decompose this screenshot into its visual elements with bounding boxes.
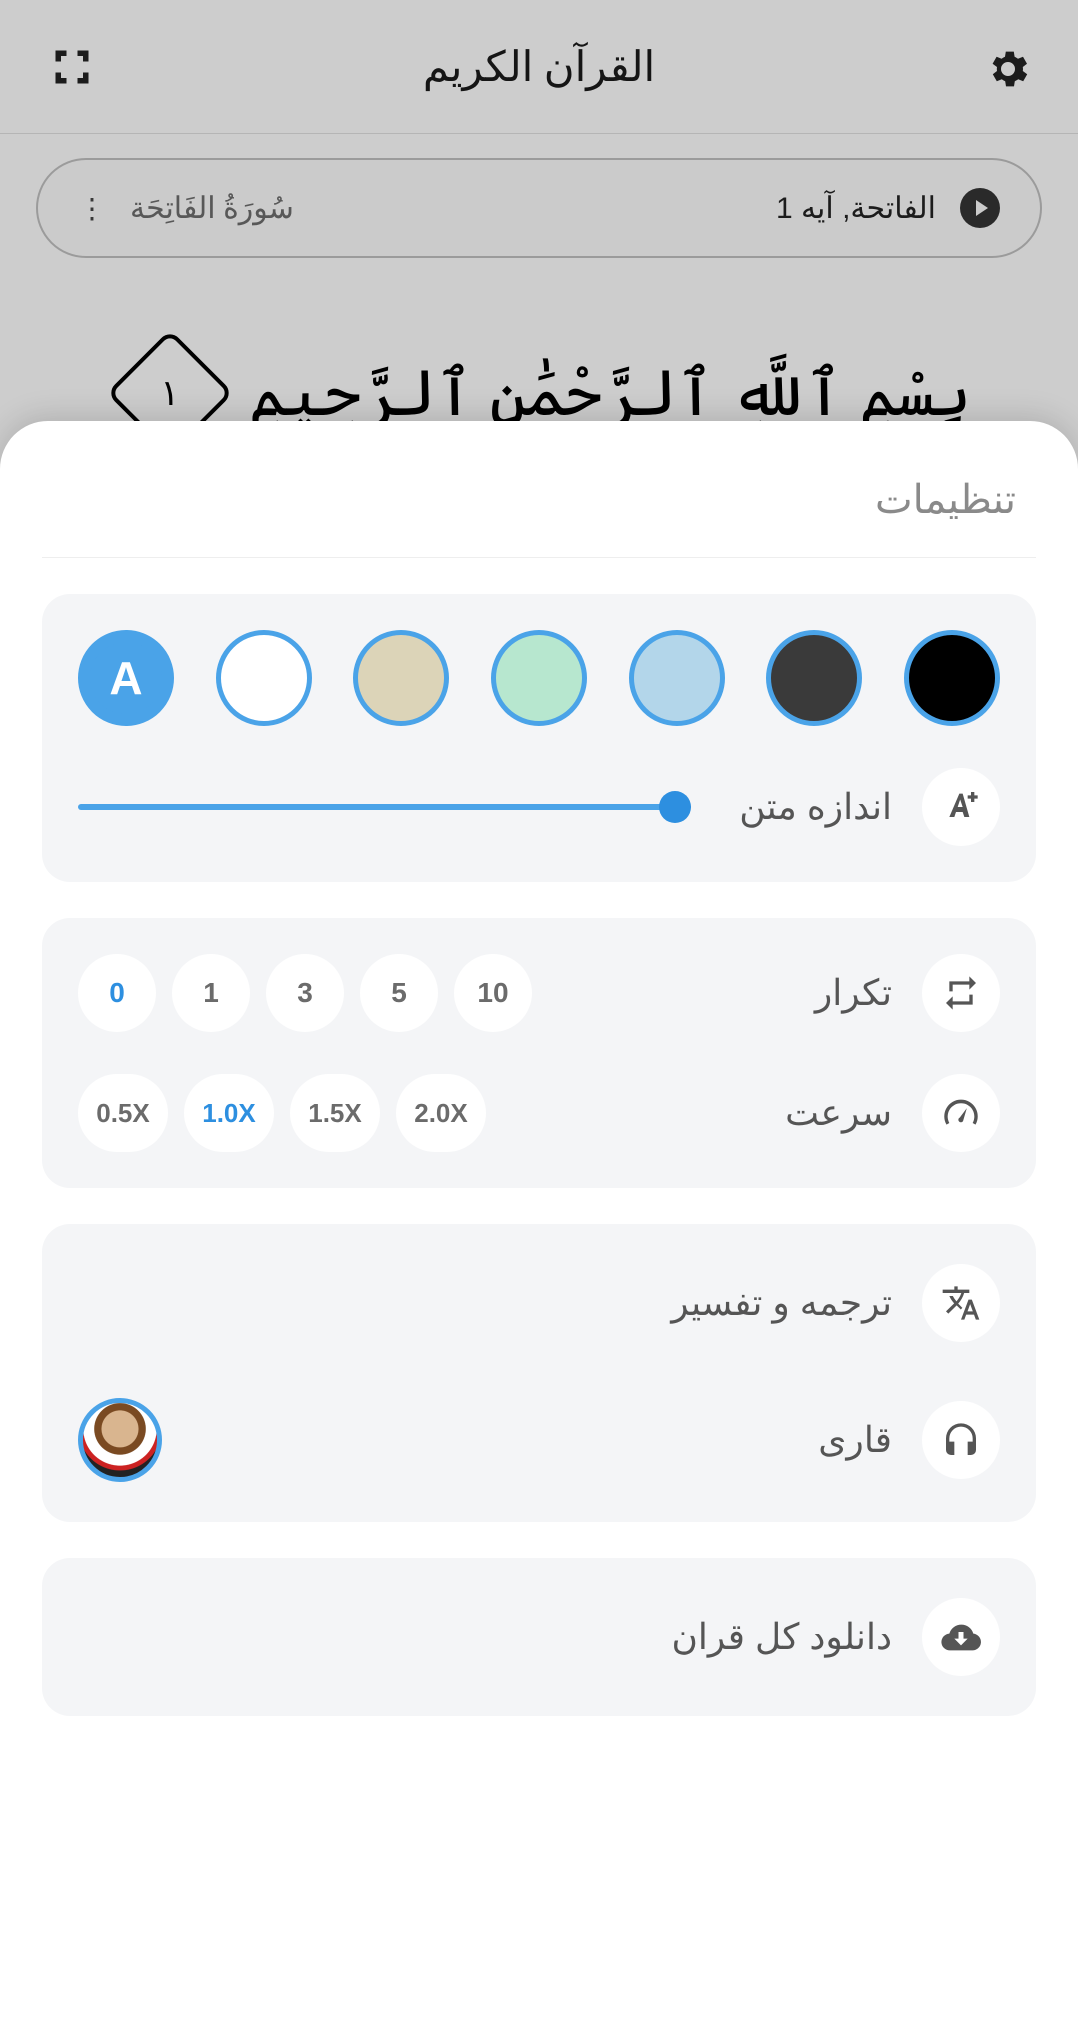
download-label: دانلود کل قران [671,1616,892,1658]
appearance-card: A اندازه متن [42,594,1036,882]
playback-card: 013510 تکرار 0.5X1.0X1.5X2.0X سرعت [42,918,1036,1188]
reciter-avatar [78,1398,162,1482]
repeat-option-1[interactable]: 1 [172,954,250,1032]
repeat-option-0[interactable]: 0 [78,954,156,1032]
reciter-label: قاری [818,1419,892,1461]
download-card: دانلود کل قران [42,1558,1036,1716]
repeat-option-10[interactable]: 10 [454,954,532,1032]
text-size-slider[interactable] [78,797,691,817]
speed-icon [922,1074,1000,1152]
theme-white[interactable] [216,630,312,726]
verse-card[interactable]: ⋮ سُورَةُ الفَاتِحَة الفاتحة, آیه 1 [36,158,1042,258]
repeat-label: تکرار [815,972,892,1014]
speed-option-1.5X[interactable]: 1.5X [290,1074,380,1152]
theme-dark[interactable] [766,630,862,726]
theme-swatches: A [78,630,1000,726]
download-row[interactable]: دانلود کل قران [78,1570,1000,1704]
sheet-title: تنظیمات [42,463,1036,558]
translate-icon [922,1264,1000,1342]
theme-auto[interactable]: A [78,630,174,726]
settings-icon[interactable] [984,45,1028,89]
theme-mint[interactable] [491,630,587,726]
translation-label: ترجمه و تفسیر [671,1282,892,1324]
play-icon[interactable] [960,188,1000,228]
app-title: القرآن الكريم [423,42,655,92]
fullscreen-icon[interactable] [50,45,94,89]
repeat-icon [922,954,1000,1032]
repeat-option-3[interactable]: 3 [266,954,344,1032]
translation-row[interactable]: ترجمه و تفسیر [78,1236,1000,1370]
speed-option-1.0X[interactable]: 1.0X [184,1074,274,1152]
theme-sepia[interactable] [353,630,449,726]
speed-label: سرعت [785,1092,892,1134]
repeat-option-5[interactable]: 5 [360,954,438,1032]
download-cloud-icon [922,1598,1000,1676]
reciter-card: ترجمه و تفسیر قاری [42,1224,1036,1522]
header: القرآن الكريم [0,0,1078,134]
theme-sky[interactable] [629,630,725,726]
theme-black[interactable] [904,630,1000,726]
text-size-label: اندازه متن [739,786,892,828]
verse-reference: الفاتحة, آیه 1 [776,191,936,226]
repeat-row: 013510 تکرار [78,954,1000,1032]
surah-name: سُورَةُ الفَاتِحَة [130,191,294,226]
speed-row: 0.5X1.0X1.5X2.0X سرعت [78,1074,1000,1152]
text-size-icon [922,768,1000,846]
speed-option-0.5X[interactable]: 0.5X [78,1074,168,1152]
reciter-row[interactable]: قاری [78,1370,1000,1510]
more-icon[interactable]: ⋮ [78,192,106,225]
speed-option-2.0X[interactable]: 2.0X [396,1074,486,1152]
settings-sheet: تنظیمات A اندازه متن 013510 تکرار 0.5X1.… [0,421,1078,2021]
headphones-icon [922,1401,1000,1479]
text-size-row: اندازه متن [78,768,1000,846]
